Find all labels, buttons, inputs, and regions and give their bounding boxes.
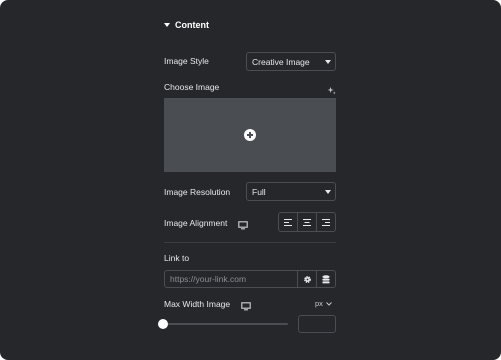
image-style-value: Creative Image: [252, 56, 310, 67]
unit-value: px: [315, 299, 323, 308]
section-divider: [164, 242, 336, 243]
caret-down-icon: [164, 23, 170, 27]
chevron-down-icon: [325, 60, 331, 64]
desktop-icon[interactable]: [241, 298, 251, 316]
choose-image-label: Choose Image: [164, 82, 220, 92]
max-width-slider-track[interactable]: [164, 323, 288, 325]
image-resolution-label: Image Resolution: [164, 187, 231, 197]
align-left-button[interactable]: [279, 213, 298, 231]
max-width-input[interactable]: [298, 315, 336, 333]
alignment-control: [278, 212, 336, 232]
image-resolution-value: Full: [252, 186, 266, 197]
unit-selector[interactable]: px: [315, 299, 332, 308]
database-icon: [322, 274, 330, 283]
link-options-button[interactable]: [297, 271, 316, 287]
image-style-label: Image Style: [164, 56, 209, 66]
image-resolution-select[interactable]: Full: [246, 182, 336, 201]
gear-icon: [303, 275, 311, 283]
max-width-label: Max Width Image: [164, 299, 231, 309]
align-right-icon: [322, 218, 330, 226]
dynamic-tags-button[interactable]: [316, 271, 335, 287]
section-title: Content: [175, 20, 209, 30]
image-style-select[interactable]: Creative Image: [246, 52, 336, 71]
align-center-button[interactable]: [298, 213, 317, 231]
align-center-icon: [303, 218, 311, 226]
plus-circle-icon[interactable]: [244, 129, 256, 141]
link-input[interactable]: [165, 271, 297, 287]
editor-panel: Content Image Style Creative Image Choos…: [0, 0, 501, 360]
chevron-down-icon: [326, 301, 332, 306]
chevron-down-icon: [325, 190, 331, 194]
max-width-slider-handle[interactable]: [158, 319, 168, 329]
desktop-icon[interactable]: [238, 217, 248, 235]
image-alignment-label: Image Alignment: [164, 218, 228, 228]
align-left-icon: [284, 218, 292, 226]
section-toggle[interactable]: Content: [164, 20, 209, 30]
image-upload-area[interactable]: [164, 98, 336, 172]
align-right-button[interactable]: [317, 213, 335, 231]
link-field: [164, 270, 336, 288]
link-label: Link to: [164, 253, 190, 263]
